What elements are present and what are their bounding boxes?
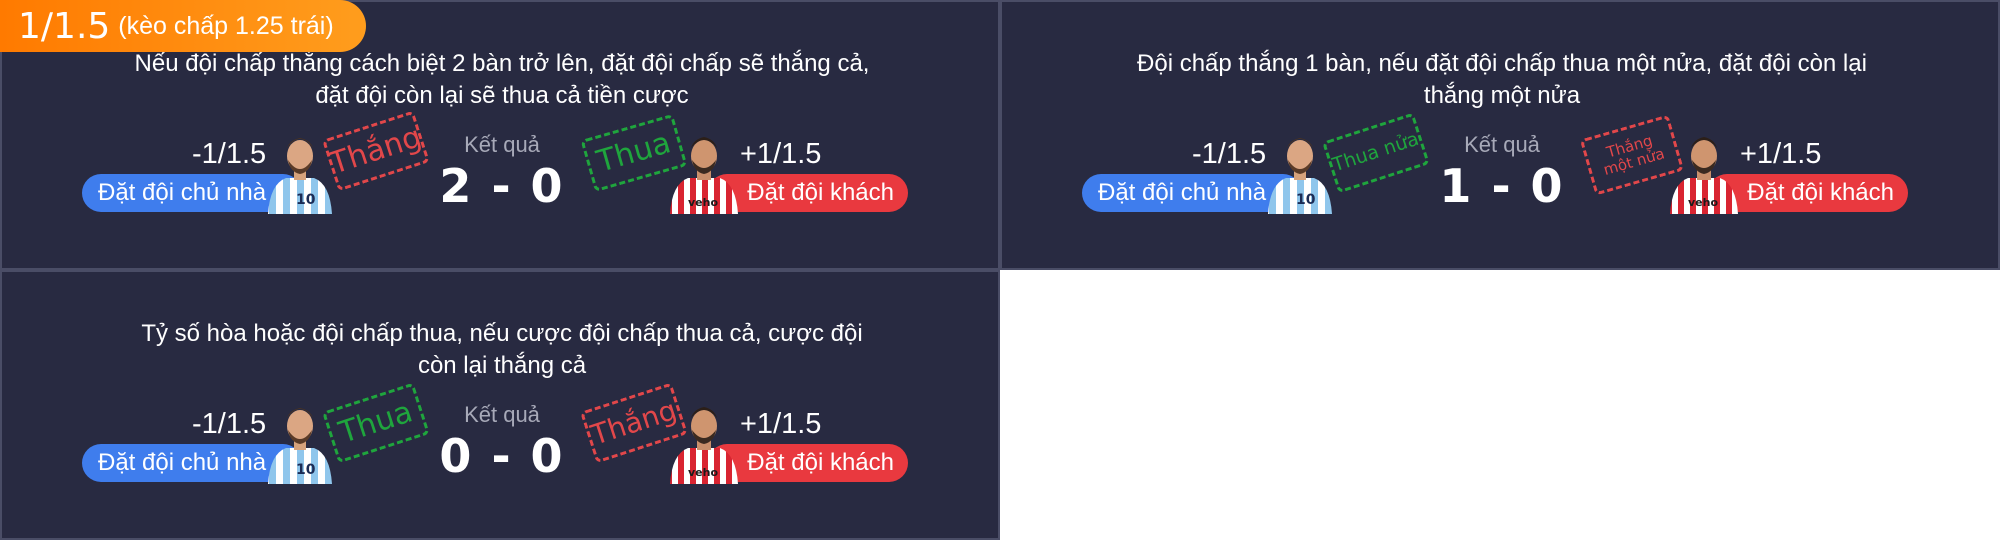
handicap-badge: 1/1.5 (kèo chấp 1.25 trái) — [0, 0, 366, 52]
away-odds: +1/1.5 — [1740, 138, 1822, 170]
home-odds: -1/1.5 — [192, 138, 267, 170]
handicap-panel-3: Tỷ số hòa hoặc đội chấp thua, nếu cược đ… — [0, 270, 1000, 540]
handicap-panel-2: Đội chấp thắng 1 bàn, nếu đặt đội chấp t… — [1000, 0, 2000, 270]
away-team-block: +1/1.5 Đặt đội khách — [662, 134, 962, 214]
away-odds: +1/1.5 — [740, 408, 822, 440]
score: 2 - 0 — [439, 159, 565, 213]
home-outcome-stamp: Thua — [322, 382, 430, 464]
away-odds: +1/1.5 — [740, 138, 822, 170]
home-outcome-stamp: Thua nửa — [1322, 112, 1430, 194]
handicap-note: (kèo chấp 1.25 trái) — [118, 11, 334, 40]
home-player-image — [262, 396, 338, 484]
away-player-image — [1666, 126, 1742, 214]
home-odds: -1/1.5 — [1192, 138, 1267, 170]
home-outcome-stamp: Thắng — [322, 110, 430, 192]
panel-description: Nếu đội chấp thắng cách biệt 2 bàn trở l… — [134, 50, 870, 109]
panel-description: Tỷ số hòa hoặc đội chấp thua, nếu cược đ… — [141, 320, 863, 379]
result-label: Kết quả — [1464, 132, 1540, 157]
away-player-image — [666, 126, 742, 214]
result-block: Kết quả 1 - 0 — [1422, 132, 1582, 214]
result-label: Kết quả — [464, 132, 540, 157]
score: 0 - 0 — [439, 429, 565, 483]
result-label: Kết quả — [464, 402, 540, 427]
away-team-block: +1/1.5 Đặt đội khách — [662, 404, 962, 484]
result-block: Kết quả 0 - 0 — [422, 402, 582, 484]
panel-description: Đội chấp thắng 1 bàn, nếu đặt đội chấp t… — [1137, 50, 1867, 109]
home-odds: -1/1.5 — [192, 408, 267, 440]
result-block: Kết quả 2 - 0 — [422, 132, 582, 214]
score: 1 - 0 — [1439, 159, 1565, 213]
home-player-image — [1262, 126, 1338, 214]
away-player-image — [666, 396, 742, 484]
handicap-value: 1/1.5 — [18, 5, 111, 47]
away-team-block: +1/1.5 Đặt đội khách — [1662, 134, 1962, 214]
